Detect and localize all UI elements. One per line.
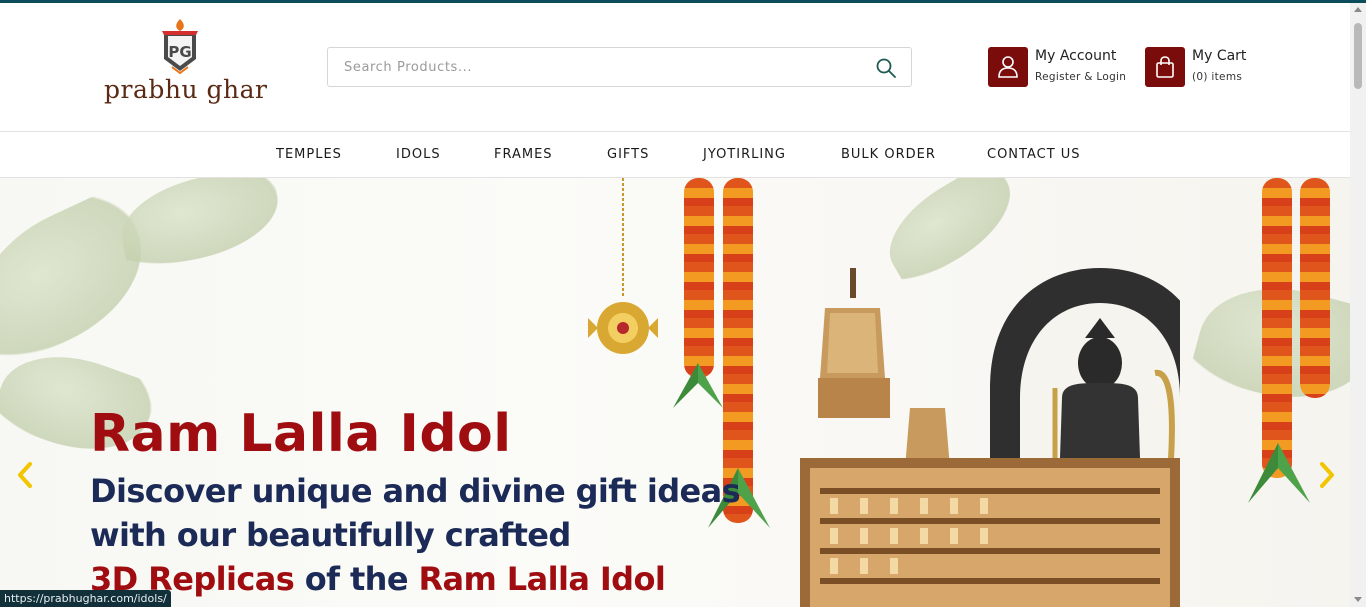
cart-items-label: items	[1211, 71, 1243, 83]
cart-count: (0)	[1192, 71, 1208, 83]
nav-item-idols[interactable]: IDOLS	[396, 147, 441, 162]
page-scrollbar[interactable]	[1350, 3, 1366, 607]
site-header: PG prabhu ghar My Account Register & Log…	[0, 3, 1350, 131]
scroll-up-arrow-icon[interactable]	[1354, 7, 1362, 12]
user-icon	[988, 47, 1028, 87]
hero-line-3-connector: of the	[294, 560, 419, 598]
hero-heading: Ram Lalla Idol	[90, 404, 512, 464]
hero-banner-slide[interactable]: Ram Lalla Idol Discover unique and divin…	[0, 178, 1350, 607]
nav-item-temples[interactable]: TEMPLES	[276, 147, 342, 162]
account-subtitle: Register & Login	[1035, 71, 1127, 83]
shopping-bag-icon	[1145, 47, 1185, 87]
carousel-next-arrow-icon[interactable]	[1316, 460, 1338, 490]
hero-line-3: 3D Replicas of the Ram Lalla Idol	[90, 560, 666, 598]
nav-item-jyotirling[interactable]: JYOTIRLING	[703, 147, 786, 162]
nav-item-gifts[interactable]: GIFTS	[607, 147, 649, 162]
marigold-garland	[1262, 178, 1292, 478]
scroll-down-arrow-icon[interactable]	[1354, 597, 1362, 602]
marigold-garland	[1300, 178, 1330, 398]
search-icon[interactable]	[875, 57, 897, 79]
hero-highlight-idol: Ram Lalla Idol	[418, 560, 666, 598]
nav-item-frames[interactable]: FRAMES	[494, 147, 553, 162]
decorative-leaf	[114, 178, 286, 272]
account-title: My Account	[1035, 48, 1117, 64]
nav-item-contact-us[interactable]: CONTACT US	[987, 147, 1081, 162]
svg-text:PG: PG	[168, 43, 191, 61]
marigold-garland	[684, 178, 714, 378]
ram-mandir-replica-image	[800, 268, 1180, 607]
mango-leaves-icon	[1248, 443, 1310, 503]
cart-title: My Cart	[1192, 48, 1247, 64]
brand-name: prabhu ghar	[104, 75, 268, 104]
hanging-ornament-icon	[588, 178, 658, 354]
hero-line-2: with our beautifully crafted	[90, 516, 571, 554]
mango-leaves-icon	[673, 363, 723, 408]
page: PG prabhu ghar My Account Register & Log…	[0, 0, 1366, 607]
scrollbar-thumb[interactable]	[1354, 23, 1362, 89]
search-input[interactable]	[344, 48, 864, 86]
my-account-link[interactable]: My Account Register & Login	[988, 47, 1138, 91]
logo-emblem-icon: PG	[162, 19, 198, 75]
main-navigation: TEMPLES IDOLS FRAMES GIFTS JYOTIRLING BU…	[0, 131, 1350, 178]
status-bar-url: https://prabhughar.com/idols/	[0, 590, 171, 607]
cart-count-line: (0) items	[1192, 71, 1242, 83]
my-cart-link[interactable]: My Cart (0) items	[1145, 47, 1265, 91]
nav-item-bulk-order[interactable]: BULK ORDER	[841, 147, 936, 162]
hero-line-1: Discover unique and divine gift ideas	[90, 472, 741, 510]
carousel-prev-arrow-icon[interactable]	[14, 460, 36, 490]
brand-logo[interactable]: PG prabhu ghar	[100, 19, 267, 111]
search-box	[327, 47, 912, 87]
